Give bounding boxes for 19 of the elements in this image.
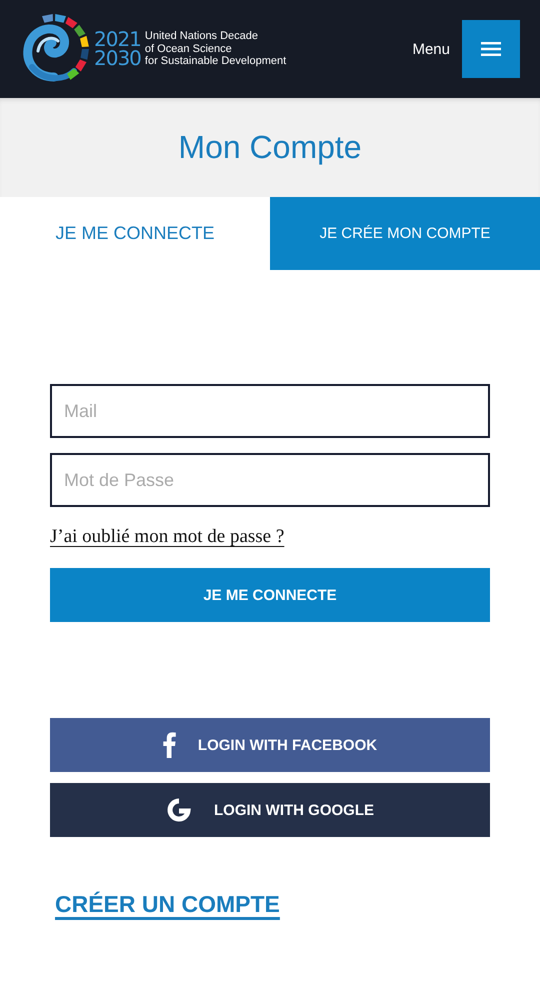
- logo-text: for Sustainable Development: [144, 55, 286, 68]
- login-button[interactable]: JE ME CONNECTE: [50, 568, 490, 622]
- input-field[interactable]: Mail: [50, 384, 490, 438]
- facebook-icon: [162, 732, 176, 758]
- menu-icon: [481, 42, 501, 56]
- input-field[interactable]: Mot de Passe: [50, 453, 490, 507]
- google-login-button[interactable]: LOGIN WITH GOOGLE: [50, 783, 490, 837]
- logo-year: 2021: [94, 30, 141, 49]
- tab[interactable]: JE CRÉE MON COMPTE: [270, 197, 540, 270]
- menu-button[interactable]: [462, 20, 520, 78]
- logo-year: 2030: [94, 49, 141, 68]
- google-icon: [166, 797, 192, 823]
- page-title: Mon Compte: [178, 129, 362, 166]
- logo-text: United Nations Decade: [144, 30, 260, 43]
- facebook-login-button[interactable]: LOGIN WITH FACEBOOK: [50, 718, 490, 772]
- menu-label: Menu: [412, 40, 450, 58]
- forgot-password-link[interactable]: J’ai oublié mon mot de passe ?: [50, 526, 284, 548]
- logo-text: of Ocean Science: [144, 42, 233, 56]
- create-account-link[interactable]: CRÉER UN COMPTE: [55, 891, 280, 918]
